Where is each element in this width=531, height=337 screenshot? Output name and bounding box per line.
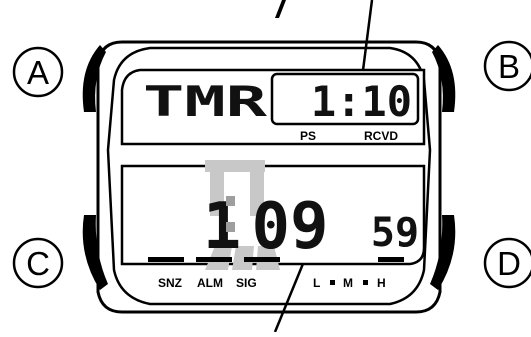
colon-dot-bottom bbox=[226, 222, 235, 232]
indicator-sig: SIG bbox=[236, 276, 257, 290]
indicator-alm: ALM bbox=[197, 276, 223, 290]
button-a-callout[interactable]: A bbox=[12, 46, 64, 98]
indicator-dot-2 bbox=[363, 280, 368, 285]
indicator-l: L bbox=[313, 276, 320, 290]
label-rcvd: RCVD bbox=[364, 129, 398, 143]
countdown-minutes: 09 bbox=[251, 190, 328, 264]
indicator-h: H bbox=[377, 276, 386, 290]
indicator-bar-sig bbox=[244, 257, 280, 262]
button-d-label: D bbox=[497, 245, 521, 282]
watch-diagram: TMR 1:10 PS RCVD 1 09 59 SNZ ALM SIG L M… bbox=[0, 0, 531, 333]
colon-dot-top bbox=[226, 196, 235, 206]
indicator-dot-1 bbox=[330, 280, 335, 285]
button-a-label: A bbox=[27, 54, 49, 91]
mode-label: TMR bbox=[143, 77, 268, 126]
button-d-callout[interactable]: D bbox=[483, 237, 531, 289]
button-b-callout[interactable]: B bbox=[483, 40, 531, 92]
indicator-bar-alm bbox=[196, 257, 232, 262]
countdown-hour: 1 bbox=[203, 190, 242, 264]
indicator-m: M bbox=[343, 276, 353, 290]
countdown-seconds: 59 bbox=[371, 210, 419, 256]
flash-seg-top-left bbox=[205, 160, 265, 172]
watch-face-svg: TMR 1:10 PS RCVD 1 09 59 SNZ ALM SIG L M… bbox=[12, 0, 531, 333]
indicator-bar-h bbox=[378, 257, 404, 262]
button-b-label: B bbox=[498, 48, 520, 85]
button-c-label: C bbox=[26, 245, 50, 282]
timer-setting-value: 1:10 bbox=[311, 77, 412, 126]
button-d-shape[interactable] bbox=[430, 215, 456, 290]
indicator-bar-snz bbox=[148, 257, 184, 262]
cropped-glyph bbox=[275, 0, 286, 18]
label-ps: PS bbox=[300, 129, 316, 143]
button-c-shape[interactable] bbox=[82, 215, 108, 290]
button-c-callout[interactable]: C bbox=[12, 237, 64, 289]
button-a-shape[interactable] bbox=[82, 45, 106, 112]
button-b-shape[interactable] bbox=[432, 45, 456, 112]
indicator-snz: SNZ bbox=[158, 276, 182, 290]
pointer-line-bottom bbox=[273, 253, 309, 333]
